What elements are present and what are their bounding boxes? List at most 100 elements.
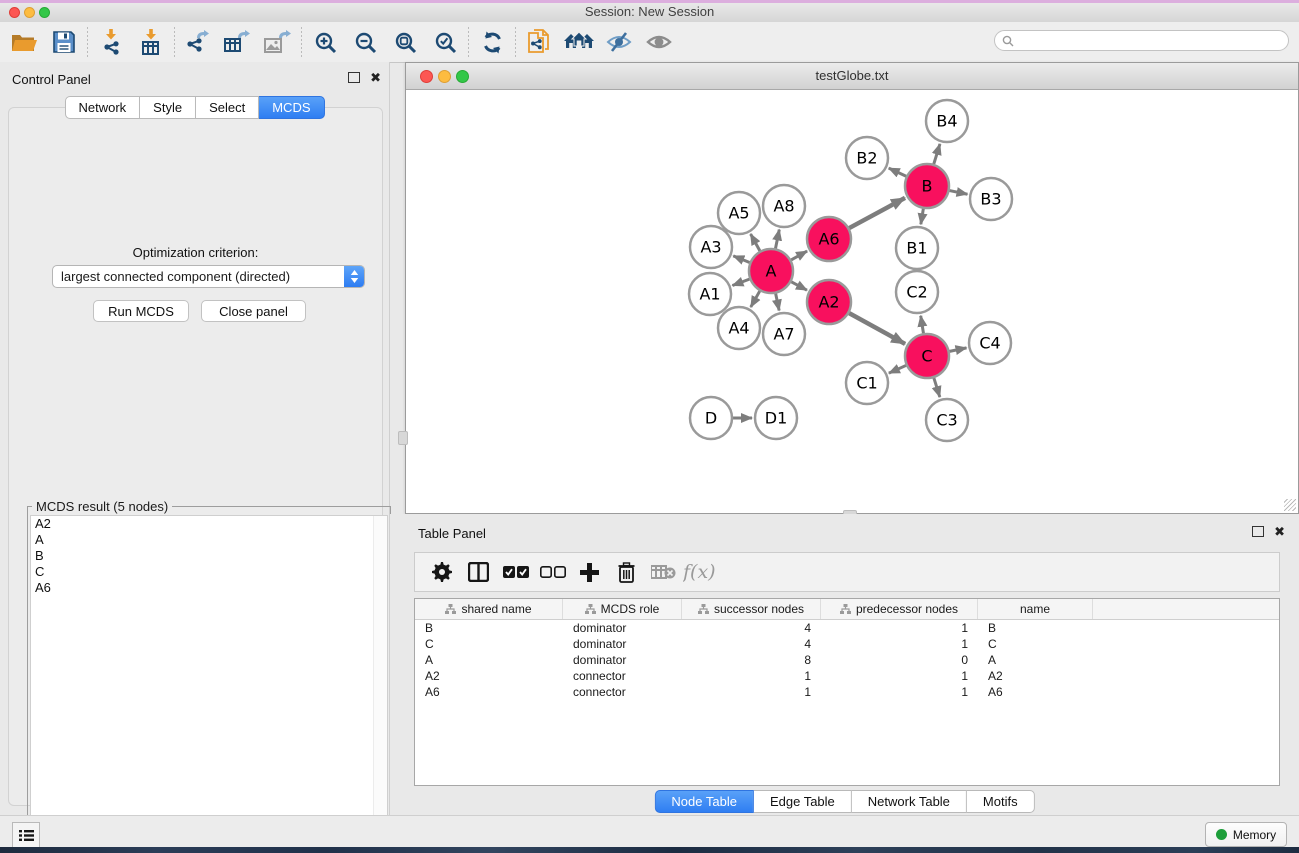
float-table-panel-icon[interactable]: [1252, 526, 1264, 537]
column-header-successor-nodes[interactable]: successor nodes: [682, 599, 821, 619]
run-mcds-button[interactable]: Run MCDS: [93, 300, 189, 322]
import-network-icon[interactable]: [91, 25, 131, 59]
graph-edge-A-A3[interactable]: [733, 256, 749, 263]
graph-edge-C-C3[interactable]: [934, 378, 940, 397]
hide-details-icon[interactable]: [599, 25, 639, 59]
graph-edge-A-A8[interactable]: [776, 230, 780, 249]
add-column-icon[interactable]: [571, 555, 608, 589]
table-cell[interactable]: 1: [821, 685, 978, 699]
table-cell[interactable]: A2: [415, 669, 563, 683]
network-graph[interactable]: B4B2BB3A8A5A6A3B1AC2A1A2A4A7C4CC1DD1C3: [407, 90, 1299, 514]
vertical-splitter-handle[interactable]: [398, 431, 408, 445]
function-builder-icon[interactable]: f(x): [682, 555, 719, 589]
table-cell[interactable]: A: [978, 653, 1093, 667]
graph-edge-A-A4[interactable]: [751, 291, 760, 307]
table-cell[interactable]: C: [415, 637, 563, 651]
graph-edge-A6-B[interactable]: [849, 198, 905, 228]
search-input[interactable]: [1018, 33, 1288, 49]
tab-style[interactable]: Style: [140, 96, 196, 119]
tab-network-table[interactable]: Network Table: [852, 790, 967, 813]
graph-edge-A-A1[interactable]: [732, 279, 749, 285]
tab-select[interactable]: Select: [196, 96, 259, 119]
table-cell[interactable]: A6: [415, 685, 563, 699]
table-cell[interactable]: 4: [682, 637, 821, 651]
table-cell[interactable]: dominator: [563, 637, 682, 651]
column-header-MCDS-role[interactable]: MCDS role: [563, 599, 682, 619]
table-cell[interactable]: 1: [821, 669, 978, 683]
table-cell[interactable]: 1: [682, 669, 821, 683]
search-box[interactable]: [994, 30, 1289, 51]
table-cell[interactable]: 8: [682, 653, 821, 667]
network-window-titlebar[interactable]: testGlobe.txt: [406, 63, 1298, 90]
close-panel-button[interactable]: Close panel: [201, 300, 306, 322]
tab-node-table[interactable]: Node Table: [654, 790, 754, 813]
mcds-result-item[interactable]: A: [31, 532, 387, 548]
network-canvas[interactable]: B4B2BB3A8A5A6A3B1AC2A1A2A4A7C4CC1DD1C3: [407, 90, 1297, 512]
zoom-in-icon[interactable]: [305, 25, 345, 59]
delete-column-icon[interactable]: [608, 555, 645, 589]
export-network-icon[interactable]: [178, 25, 218, 59]
table-cell[interactable]: connector: [563, 685, 682, 699]
table-row[interactable]: Adominator80A: [415, 652, 1279, 668]
close-table-panel-icon[interactable]: ✖: [1274, 527, 1285, 536]
export-image-icon[interactable]: [258, 25, 298, 59]
tab-mcds[interactable]: MCDS: [259, 96, 324, 119]
mcds-result-list[interactable]: A2ABCA6: [30, 515, 388, 837]
task-history-button[interactable]: [12, 822, 40, 848]
table-cell[interactable]: C: [978, 637, 1093, 651]
graph-edge-B-B1[interactable]: [921, 209, 924, 225]
graph-edge-A-A5[interactable]: [751, 234, 760, 251]
table-row[interactable]: Cdominator41C: [415, 636, 1279, 652]
graph-edge-B-B2[interactable]: [889, 168, 906, 176]
table-cell[interactable]: dominator: [563, 621, 682, 635]
column-header-predecessor-nodes[interactable]: predecessor nodes: [821, 599, 978, 619]
zoom-fit-icon[interactable]: [385, 25, 425, 59]
table-row[interactable]: Bdominator41B: [415, 620, 1279, 636]
table-cell[interactable]: dominator: [563, 653, 682, 667]
graph-edge-C-C4[interactable]: [950, 348, 967, 352]
table-cell[interactable]: A: [415, 653, 563, 667]
graph-edge-B-B3[interactable]: [950, 191, 968, 195]
graph-edge-B-B4[interactable]: [934, 144, 940, 164]
mcds-result-item[interactable]: B: [31, 548, 387, 564]
table-cell[interactable]: connector: [563, 669, 682, 683]
column-header-name[interactable]: name: [978, 599, 1093, 619]
table-cell[interactable]: A6: [978, 685, 1093, 699]
list-scrollbar[interactable]: [373, 516, 387, 836]
close-panel-icon[interactable]: ✖: [370, 73, 381, 82]
table-row[interactable]: A2connector11A2: [415, 668, 1279, 684]
zoom-selected-icon[interactable]: [425, 25, 465, 59]
mcds-result-item[interactable]: A2: [31, 516, 387, 532]
refresh-icon[interactable]: [472, 25, 512, 59]
save-session-icon[interactable]: [44, 25, 84, 59]
graph-edge-A-A7[interactable]: [776, 294, 780, 311]
tab-edge-table[interactable]: Edge Table: [754, 790, 852, 813]
show-column-icon[interactable]: [460, 555, 497, 589]
column-header-shared-name[interactable]: shared name: [415, 599, 563, 619]
select-all-icon[interactable]: [497, 555, 534, 589]
new-network-from-selection-icon[interactable]: [519, 25, 559, 59]
delete-table-icon[interactable]: [645, 555, 682, 589]
mcds-result-item[interactable]: A6: [31, 580, 387, 596]
tab-network[interactable]: Network: [64, 96, 140, 119]
table-cell[interactable]: 0: [821, 653, 978, 667]
table-cell[interactable]: 4: [682, 621, 821, 635]
table-cell[interactable]: 1: [821, 637, 978, 651]
table-settings-icon[interactable]: [423, 555, 460, 589]
table-cell[interactable]: 1: [821, 621, 978, 635]
table-cell[interactable]: B: [415, 621, 563, 635]
mcds-result-item[interactable]: C: [31, 564, 387, 580]
table-cell[interactable]: B: [978, 621, 1093, 635]
export-table-icon[interactable]: [218, 25, 258, 59]
table-cell[interactable]: A2: [978, 669, 1093, 683]
graph-edge-A-A2[interactable]: [791, 282, 807, 290]
homes-icon[interactable]: [559, 25, 599, 59]
graph-edge-C-C1[interactable]: [889, 365, 906, 373]
optimization-dropdown[interactable]: largest connected component (directed): [52, 265, 365, 288]
graph-edge-A-A6[interactable]: [791, 251, 807, 260]
import-table-icon[interactable]: [131, 25, 171, 59]
resize-grip-icon[interactable]: [1284, 499, 1296, 511]
table-cell[interactable]: 1: [682, 685, 821, 699]
graph-edge-A2-C[interactable]: [849, 313, 905, 344]
node-table[interactable]: shared nameMCDS rolesuccessor nodesprede…: [414, 598, 1280, 786]
